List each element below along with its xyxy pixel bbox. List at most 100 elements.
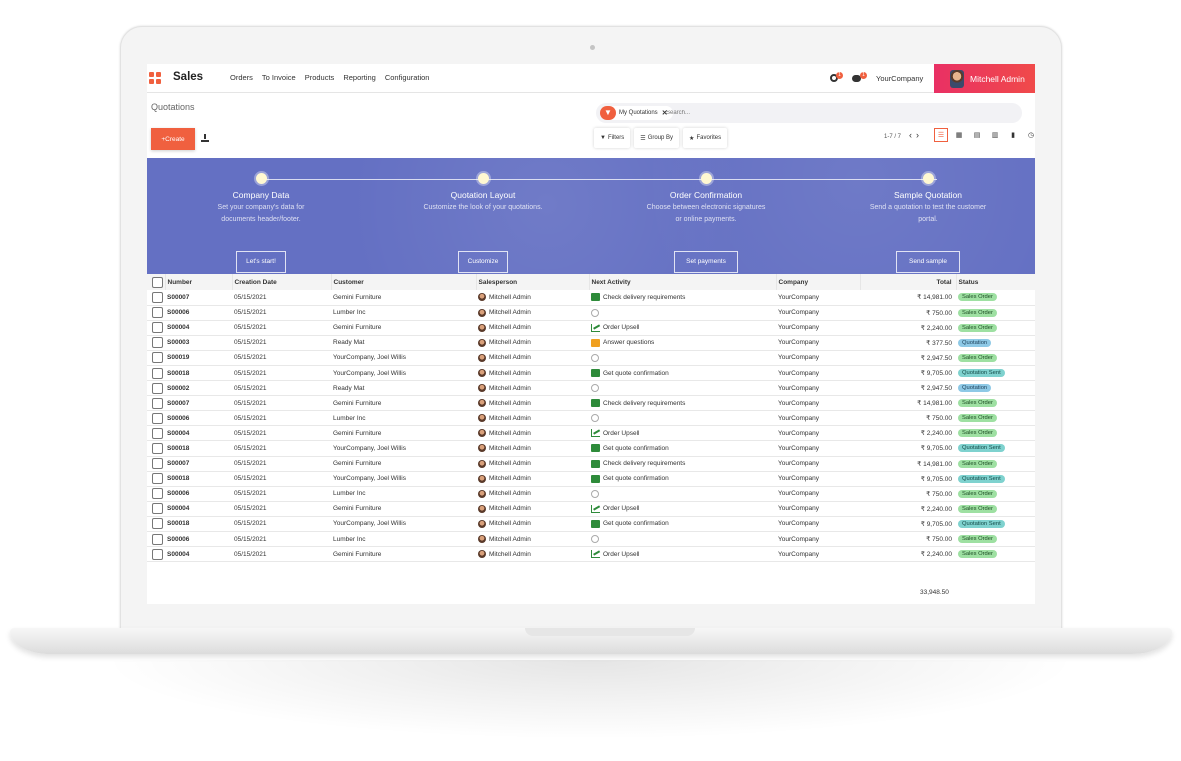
table-row[interactable]: S00006 05/15/2021 Lumber Inc Mitchell Admin… xyxy=(147,532,1035,547)
col-customer[interactable]: Customer xyxy=(331,274,477,290)
table-row[interactable]: S00003 05/15/2021 Ready Mat Mitchell Admin A… xyxy=(147,335,1035,351)
chevron-left-icon[interactable]: ‹ xyxy=(909,130,916,140)
salesperson-name: Mitchell Admin xyxy=(489,444,531,452)
menu-orders[interactable]: Orders xyxy=(230,73,253,82)
activity[interactable]: Check delivery requirements xyxy=(591,459,776,468)
table-row[interactable]: S00019 05/15/2021 YourCompany, Joel Willis… xyxy=(147,350,1035,366)
table-row[interactable]: S00018 05/15/2021 YourCompany, Joel Willis… xyxy=(147,471,1035,487)
lets-start-button[interactable]: Let's start! xyxy=(236,251,286,273)
table-row[interactable]: S00006 05/15/2021 Lumber Inc Mitchell Admin… xyxy=(147,411,1035,426)
table-row[interactable]: S00018 05/15/2021 YourCompany, Joel Willis… xyxy=(147,365,1035,381)
download-icon[interactable] xyxy=(201,134,209,142)
col-number[interactable]: Number xyxy=(165,274,233,290)
row-checkbox[interactable] xyxy=(152,352,163,364)
customize-button[interactable]: Customize xyxy=(458,251,508,273)
col-company[interactable]: Company xyxy=(776,274,861,290)
checklist-icon xyxy=(591,399,600,408)
row-checkbox[interactable] xyxy=(152,518,163,530)
row-checkbox[interactable] xyxy=(152,473,163,485)
list-view-icon[interactable]: ☰ xyxy=(934,128,948,142)
table-row[interactable]: S00018 05/15/2021 YourCompany, Joel Willis… xyxy=(147,441,1035,457)
col-salesperson[interactable]: Salesperson xyxy=(476,274,590,290)
row-checkbox[interactable] xyxy=(152,337,163,349)
search-facet[interactable]: ▼ My Quotations ✕ xyxy=(600,106,673,120)
row-checkbox[interactable] xyxy=(152,533,163,545)
pager-value[interactable]: 1-7 / 7 xyxy=(884,134,901,140)
row-checkbox[interactable] xyxy=(152,503,163,515)
set-payments-button[interactable]: Set payments xyxy=(674,251,738,273)
filters-button[interactable]: ▼ Filters xyxy=(594,128,631,148)
row-checkbox[interactable] xyxy=(152,307,163,319)
row-checkbox[interactable] xyxy=(152,322,163,334)
activity[interactable] xyxy=(591,535,776,544)
breadcrumb[interactable]: Quotations xyxy=(151,102,195,112)
pivot-view-icon[interactable]: ▥ xyxy=(988,128,1002,142)
row-checkbox[interactable] xyxy=(152,548,163,560)
chat-icon[interactable]: 1 xyxy=(852,72,867,84)
apps-menu-icon[interactable] xyxy=(149,72,161,84)
activity[interactable]: Order Upsell xyxy=(591,504,776,513)
cell-status: Quotation Sent xyxy=(956,365,1035,380)
send-sample-button[interactable]: Send sample xyxy=(896,251,960,273)
table-row[interactable]: S00004 05/15/2021 Gemini Furniture Mitchell… xyxy=(147,426,1035,441)
table-row[interactable]: S00007 05/15/2021 Gemini Furniture Mitchell… xyxy=(147,396,1035,411)
activity[interactable] xyxy=(591,353,776,362)
table-row[interactable]: S00018 05/15/2021 YourCompany, Joel Willis… xyxy=(147,516,1035,532)
search-input[interactable] xyxy=(666,107,1006,119)
col-creation-date[interactable]: Creation Date xyxy=(232,274,332,290)
row-checkbox[interactable] xyxy=(152,488,163,500)
activity[interactable]: Get quote confirmation xyxy=(591,369,776,378)
activity[interactable]: Get quote confirmation xyxy=(591,474,776,483)
col-next-activity[interactable]: Next Activity xyxy=(589,274,777,290)
table-row[interactable]: S00004 05/15/2021 Gemini Furniture Mitchell… xyxy=(147,547,1035,562)
table-row[interactable]: S00004 05/15/2021 Gemini Furniture Mitchell… xyxy=(147,320,1035,336)
table-row[interactable]: S00007 05/15/2021 Gemini Furniture Mitchell… xyxy=(147,456,1035,472)
activity[interactable]: Get quote confirmation xyxy=(591,444,776,453)
kanban-view-icon[interactable]: ▦ xyxy=(952,128,966,142)
row-checkbox[interactable] xyxy=(152,397,163,409)
row-checkbox[interactable] xyxy=(152,458,163,470)
groupby-button[interactable]: ☰ Group By xyxy=(634,128,680,148)
activity-icon[interactable]: 1 xyxy=(830,72,843,84)
activity[interactable] xyxy=(591,489,776,498)
menu-configuration[interactable]: Configuration xyxy=(385,73,430,82)
activity[interactable] xyxy=(591,308,776,317)
menu-to-invoice[interactable]: To Invoice xyxy=(262,73,296,82)
activity[interactable]: Order Upsell xyxy=(591,550,776,559)
calendar-view-icon[interactable]: ▤ xyxy=(970,128,984,142)
activity[interactable]: Answer questions xyxy=(591,338,776,347)
activity[interactable] xyxy=(591,414,776,423)
activity-view-icon[interactable]: ◷ xyxy=(1024,128,1035,142)
graph-view-icon[interactable]: ▮ xyxy=(1006,128,1020,142)
table-row[interactable]: S00004 05/15/2021 Gemini Furniture Mitchell… xyxy=(147,501,1035,517)
row-checkbox[interactable] xyxy=(152,291,163,303)
row-checkbox[interactable] xyxy=(152,367,163,379)
row-checkbox[interactable] xyxy=(152,427,163,439)
table-row[interactable]: S00002 05/15/2021 Ready Mat Mitchell Admin Y… xyxy=(147,381,1035,396)
table-row[interactable]: S00006 05/15/2021 Lumber Inc Mitchell Admin… xyxy=(147,486,1035,502)
menu-products[interactable]: Products xyxy=(305,73,335,82)
cell-customer: Gemini Furniture xyxy=(333,429,382,437)
activity[interactable]: Order Upsell xyxy=(591,323,776,332)
select-all-checkbox[interactable] xyxy=(152,276,163,288)
row-checkbox[interactable] xyxy=(152,442,163,454)
activity[interactable] xyxy=(591,384,776,393)
activity[interactable]: Check delivery requirements xyxy=(591,399,776,408)
create-button[interactable]: + Create xyxy=(151,128,195,150)
table-row[interactable]: S00007 05/15/2021 Gemini Furniture Mitchell… xyxy=(147,290,1035,306)
favorites-button[interactable]: ★ Favorites xyxy=(683,128,728,148)
user-menu[interactable]: Mitchell Admin xyxy=(934,64,1035,93)
cell-customer: Ready Mat xyxy=(333,339,365,347)
status-badge: Sales Order xyxy=(958,293,997,302)
activity[interactable]: Order Upsell xyxy=(591,429,776,438)
menu-reporting[interactable]: Reporting xyxy=(343,73,376,82)
company-switcher[interactable]: YourCompany xyxy=(876,74,923,83)
row-checkbox[interactable] xyxy=(152,382,163,394)
chevron-right-icon[interactable]: › xyxy=(916,130,923,140)
row-checkbox[interactable] xyxy=(152,412,163,424)
col-status[interactable]: Status xyxy=(956,274,1035,290)
activity[interactable]: Check delivery requirements xyxy=(591,293,776,302)
col-total[interactable]: Total xyxy=(860,274,957,290)
activity[interactable]: Get quote confirmation xyxy=(591,519,776,528)
table-row[interactable]: S00006 05/15/2021 Lumber Inc Mitchell Admin… xyxy=(147,305,1035,321)
